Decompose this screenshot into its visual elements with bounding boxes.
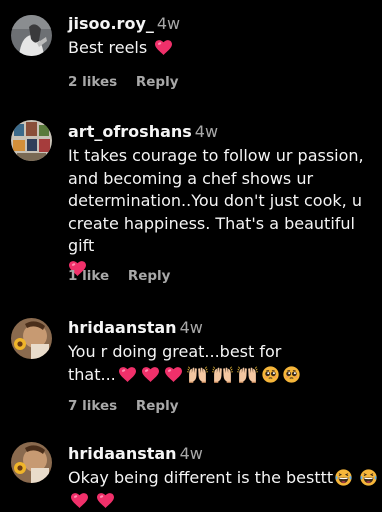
pleading-face-icon (283, 366, 300, 383)
red-heart-icon (165, 367, 182, 382)
laughing-face-icon (335, 469, 352, 486)
likes-count[interactable]: 7 likes (68, 398, 117, 414)
avatar[interactable] (11, 318, 52, 359)
likes-count[interactable]: 1 like (68, 268, 109, 284)
comment-text: It takes courage to follow ur passion, a… (68, 145, 374, 280)
timestamp: 4w (194, 122, 219, 141)
raised-hands-icon (187, 366, 208, 383)
pleading-face-icon (262, 366, 279, 383)
red-heart-icon (155, 40, 172, 55)
raised-hands-icon (212, 366, 233, 383)
avatar[interactable] (11, 120, 52, 161)
reply-button[interactable]: Reply (136, 398, 179, 414)
username[interactable]: hridaanstan (68, 318, 177, 337)
username[interactable]: jisoo.roy_ (68, 14, 154, 33)
comment-text: You r doing great...best for that... (68, 341, 374, 386)
comment-text: Okay being different is the besttt (68, 467, 374, 512)
username[interactable]: hridaanstan (68, 444, 177, 463)
reply-button[interactable]: Reply (128, 268, 171, 284)
red-heart-icon (71, 493, 88, 508)
laughing-face-icon (360, 469, 377, 486)
timestamp: 4w (156, 14, 181, 33)
avatar[interactable] (11, 442, 52, 483)
username[interactable]: art_ofroshans (68, 122, 192, 141)
reply-button[interactable]: Reply (136, 74, 179, 90)
red-heart-icon (97, 493, 114, 508)
likes-count[interactable]: 2 likes (68, 74, 117, 90)
red-heart-icon (142, 367, 159, 382)
timestamp: 4w (179, 318, 203, 337)
comment-text: Best reels (68, 37, 374, 60)
avatar[interactable] (11, 15, 52, 56)
timestamp: 4w (179, 444, 203, 463)
red-heart-icon (119, 367, 136, 382)
raised-hands-icon (237, 366, 258, 383)
